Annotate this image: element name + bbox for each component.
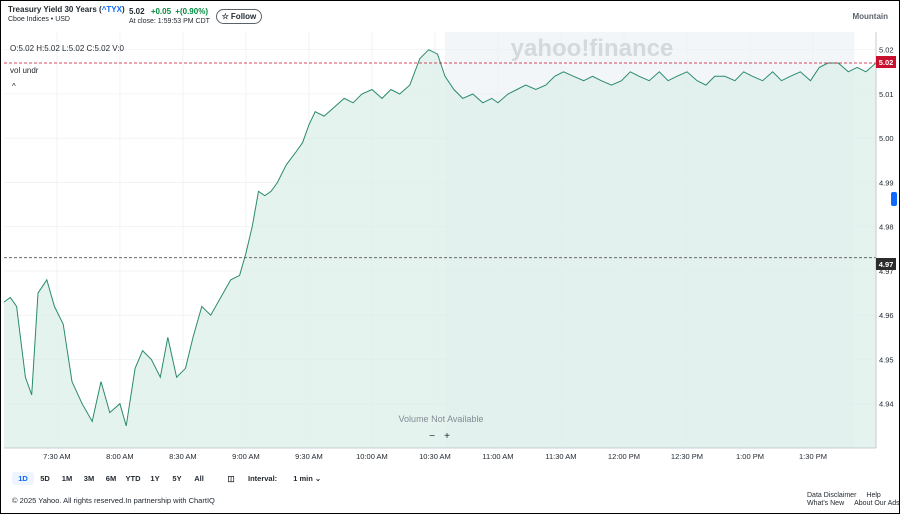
y-tick-label: 5.02 xyxy=(879,46,894,55)
about-ads-link[interactable]: About Our Ads xyxy=(854,500,900,508)
help-link[interactable]: Help xyxy=(866,492,880,500)
x-tick-label: 12:30 PM xyxy=(671,452,703,461)
y-tick-label: 4.99 xyxy=(879,178,894,187)
range-button-1y[interactable]: 1Y xyxy=(144,474,166,483)
chevron-down-icon: ⌄ xyxy=(314,473,322,483)
y-axis: 4.94 4.95 4.96 4.97 4.98 4.99 5.00 5.01 5.02 xyxy=(879,46,894,409)
reference-price-tag: 4.97 xyxy=(876,258,896,270)
copyright: © 2025 Yahoo. All rights reserved.In par… xyxy=(12,496,215,505)
x-tick-label: 11:30 AM xyxy=(545,452,576,461)
y-tick-label: 5.01 xyxy=(879,90,894,99)
range-toolbar: 1D 5D 1M 3M 6M YTD 1Y 5Y All ◫ Interval: 1 min ⌄ xyxy=(12,471,321,485)
range-button-all[interactable]: All xyxy=(188,474,210,483)
interval-value: 1 min xyxy=(293,473,313,483)
range-button-1m[interactable]: 1M xyxy=(56,474,78,483)
reference-price-tag-text: 4.97 xyxy=(879,260,894,269)
x-tick-label: 1:00 PM xyxy=(736,452,764,461)
range-button-3m[interactable]: 3M xyxy=(78,474,100,483)
footer-links: Data Disclaimer Help What's New About Ou… xyxy=(807,492,900,508)
x-tick-label: 1:30 PM xyxy=(799,452,827,461)
y-tick-label: 4.94 xyxy=(879,400,894,409)
calendar-icon[interactable]: ◫ xyxy=(220,474,242,483)
volume-note: Volume Not Available xyxy=(399,414,484,424)
x-tick-label: 10:30 AM xyxy=(419,452,451,461)
range-button-5d[interactable]: 5D xyxy=(34,474,56,483)
x-tick-label: 8:00 AM xyxy=(106,452,134,461)
whats-new-link[interactable]: What's New xyxy=(807,500,844,508)
x-tick-label: 8:30 AM xyxy=(169,452,197,461)
price-chart[interactable]: yahoo!finance 4.94 4.95 4.96 4.97 4.98 4.99 5.… xyxy=(0,0,900,514)
x-tick-label: 10:00 AM xyxy=(356,452,388,461)
zoom-in-button[interactable]: + xyxy=(444,431,450,442)
x-tick-label: 9:00 AM xyxy=(232,452,260,461)
volume-underlay-label[interactable]: vol undr xyxy=(10,66,38,75)
x-tick-label: 11:00 AM xyxy=(482,452,513,461)
y-tick-label: 4.96 xyxy=(879,311,894,320)
price-area xyxy=(4,49,876,448)
range-button-6m[interactable]: 6M xyxy=(100,474,122,483)
x-tick-label: 7:30 AM xyxy=(43,452,71,461)
interval-label: Interval: xyxy=(248,473,278,483)
scroll-handle[interactable] xyxy=(891,192,897,206)
x-axis: 7:30 AM 8:00 AM 8:30 AM 9:00 AM 9:30 AM 10:00… xyxy=(43,452,827,461)
ohlc-readout: O:5.02 H:5.02 L:5.02 C:5.02 V:0 xyxy=(10,44,124,53)
zoom-out-button[interactable]: − xyxy=(429,431,435,442)
current-price-tag-text: 5.02 xyxy=(879,58,894,67)
y-tick-label: 5.00 xyxy=(879,134,894,143)
current-price-tag: 5.02 xyxy=(876,56,896,68)
range-button-5y[interactable]: 5Y xyxy=(166,474,188,483)
data-disclaimer-link[interactable]: Data Disclaimer xyxy=(807,492,856,500)
x-tick-label: 9:30 AM xyxy=(295,452,323,461)
y-tick-label: 4.98 xyxy=(879,223,894,232)
collapse-icon[interactable]: ^ xyxy=(12,82,16,91)
interval-selector[interactable]: 1 min ⌄ xyxy=(293,474,321,483)
watermark: yahoo!finance xyxy=(511,35,674,62)
x-tick-label: 12:00 PM xyxy=(608,452,640,461)
range-button-1d[interactable]: 1D xyxy=(12,471,34,485)
range-button-ytd[interactable]: YTD xyxy=(122,474,144,483)
y-tick-label: 4.95 xyxy=(879,355,894,364)
